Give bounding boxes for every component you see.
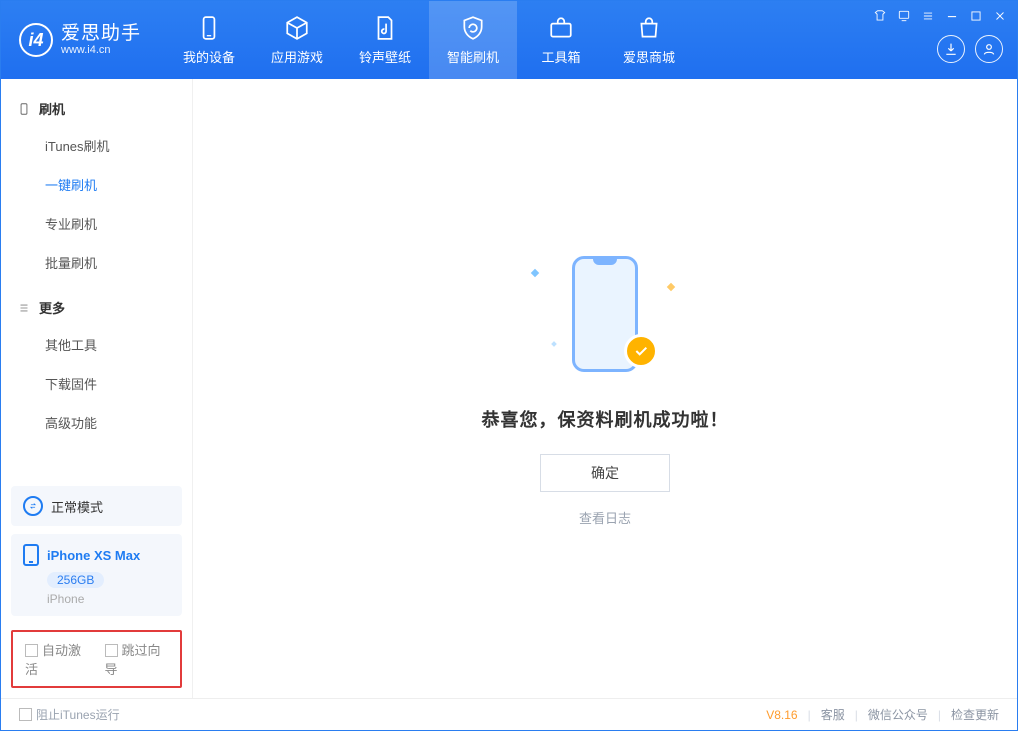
checkbox-label: 阻止iTunes运行 (36, 708, 120, 722)
brand-url: www.i4.cn (61, 44, 141, 56)
device-subtype: iPhone (47, 592, 170, 606)
sparkle-icon (551, 341, 557, 347)
account-button[interactable] (975, 35, 1003, 63)
app-window: i4 爱思助手 www.i4.cn 我的设备 应用游戏 铃声壁纸 智能刷机 (0, 0, 1018, 731)
sidebar-item-pro-flash[interactable]: 专业刷机 (1, 204, 192, 243)
separator: | (855, 708, 858, 722)
sidebar-item-batch-flash[interactable]: 批量刷机 (1, 243, 192, 282)
downloads-button[interactable] (937, 35, 965, 63)
separator: | (938, 708, 941, 722)
sidebar-item-advanced[interactable]: 高级功能 (1, 403, 192, 442)
sidebar-item-other-tools[interactable]: 其他工具 (1, 325, 192, 364)
nav-apps-games[interactable]: 应用游戏 (253, 1, 341, 79)
device-capacity: 256GB (47, 572, 104, 588)
sidebar-item-onekey-flash[interactable]: 一键刷机 (1, 165, 192, 204)
menu-button[interactable] (921, 9, 935, 23)
sidebar-item-itunes-flash[interactable]: iTunes刷机 (1, 126, 192, 165)
swap-icon (23, 496, 43, 516)
user-icon (981, 41, 997, 57)
device-name: iPhone XS Max (47, 548, 140, 563)
phone-outline-icon (17, 102, 31, 116)
device-card[interactable]: iPhone XS Max 256GB iPhone (11, 534, 182, 616)
sidebar-group-flash: 刷机 (1, 89, 192, 126)
nav-ringtone-wallpaper[interactable]: 铃声壁纸 (341, 1, 429, 79)
success-badge (624, 334, 658, 368)
sidebar-group-more: 更多 (1, 288, 192, 325)
checkbox-icon (105, 644, 118, 657)
nav-label: 工具箱 (542, 47, 581, 66)
toolbox-icon (548, 15, 574, 41)
support-link[interactable]: 客服 (821, 706, 845, 723)
mode-card[interactable]: 正常模式 (11, 486, 182, 526)
sidebar: 刷机 iTunes刷机 一键刷机 专业刷机 批量刷机 更多 其他工具 下载固件 … (1, 79, 193, 698)
minimize-button[interactable] (945, 9, 959, 23)
checkbox-block-itunes[interactable]: 阻止iTunes运行 (19, 706, 120, 723)
logo-icon: i4 (19, 23, 53, 57)
wechat-link[interactable]: 微信公众号 (868, 706, 928, 723)
nav-label: 我的设备 (183, 47, 235, 66)
titlebar: i4 爱思助手 www.i4.cn 我的设备 应用游戏 铃声壁纸 智能刷机 (1, 1, 1017, 79)
app-logo: i4 爱思助手 www.i4.cn (19, 23, 141, 57)
top-nav: 我的设备 应用游戏 铃声壁纸 智能刷机 工具箱 爱思商城 (165, 1, 693, 79)
download-icon (943, 41, 959, 57)
music-file-icon (372, 15, 398, 41)
feedback-button[interactable] (897, 9, 911, 23)
shield-refresh-icon (460, 15, 486, 41)
success-illustration (530, 250, 680, 380)
check-update-link[interactable]: 检查更新 (951, 706, 999, 723)
nav-store[interactable]: 爱思商城 (605, 1, 693, 79)
cube-icon (284, 15, 310, 41)
sidebar-group-title: 更多 (39, 298, 65, 317)
brand-name: 爱思助手 (61, 24, 141, 45)
notch-icon (593, 259, 617, 265)
bag-icon (636, 15, 662, 41)
device-phone-icon (23, 544, 39, 566)
confirm-button[interactable]: 确定 (540, 454, 670, 492)
checkbox-icon (19, 708, 32, 721)
view-log-link[interactable]: 查看日志 (579, 508, 631, 527)
checkbox-skip-guide[interactable]: 跳过向导 (105, 640, 169, 678)
close-button[interactable] (993, 9, 1007, 23)
sidebar-item-download-firmware[interactable]: 下载固件 (1, 364, 192, 403)
maximize-button[interactable] (969, 9, 983, 23)
nav-my-device[interactable]: 我的设备 (165, 1, 253, 79)
checkbox-auto-activate[interactable]: 自动激活 (25, 640, 89, 678)
main-content: 恭喜您，保资料刷机成功啦！ 确定 查看日志 (193, 79, 1017, 698)
flash-options-highlight: 自动激活 跳过向导 (11, 630, 182, 688)
sparkle-icon (667, 283, 675, 291)
check-icon (633, 343, 649, 359)
sidebar-cards: 正常模式 iPhone XS Max 256GB iPhone 自动激活 跳过向 (1, 476, 192, 698)
sparkle-icon (531, 269, 539, 277)
version-label: V8.16 (766, 708, 797, 722)
device-icon (196, 15, 222, 41)
nav-label: 铃声壁纸 (359, 47, 411, 66)
nav-toolbox[interactable]: 工具箱 (517, 1, 605, 79)
list-icon (17, 301, 31, 315)
checkbox-icon (25, 644, 38, 657)
app-body: 刷机 iTunes刷机 一键刷机 专业刷机 批量刷机 更多 其他工具 下载固件 … (1, 79, 1017, 698)
separator: | (808, 708, 811, 722)
nav-label: 应用游戏 (271, 47, 323, 66)
skin-button[interactable] (873, 9, 887, 23)
success-headline: 恭喜您，保资料刷机成功啦！ (482, 406, 729, 432)
nav-smart-flash[interactable]: 智能刷机 (429, 1, 517, 79)
nav-label: 爱思商城 (623, 47, 675, 66)
nav-label: 智能刷机 (447, 47, 499, 66)
status-bar: 阻止iTunes运行 V8.16 | 客服 | 微信公众号 | 检查更新 (1, 698, 1017, 730)
titlebar-right-icons (937, 35, 1003, 63)
window-controls (873, 9, 1007, 23)
mode-label: 正常模式 (51, 497, 103, 516)
sidebar-group-title: 刷机 (39, 99, 65, 118)
